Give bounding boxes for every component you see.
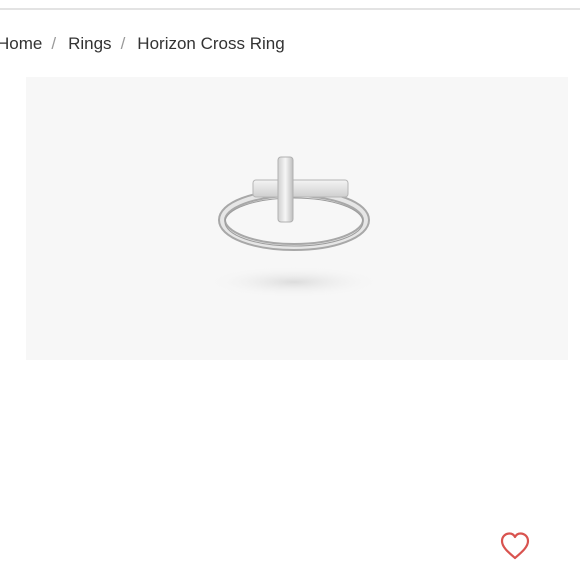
- breadcrumb-separator: /: [51, 34, 57, 53]
- ring-illustration: [206, 156, 382, 298]
- wishlist-button[interactable]: [497, 530, 533, 564]
- product-page: Home / Rings / Horizon Cross Ring: [0, 0, 580, 580]
- product-image: [26, 77, 568, 360]
- header-divider: [0, 8, 580, 10]
- breadcrumb-current-page: Horizon Cross Ring: [137, 34, 285, 53]
- breadcrumb-rings-link[interactable]: Rings: [68, 34, 111, 54]
- breadcrumb-separator: /: [120, 34, 126, 53]
- heart-outline-icon: [500, 531, 530, 559]
- breadcrumb: Home / Rings / Horizon Cross Ring: [0, 32, 285, 56]
- breadcrumb-home-link[interactable]: Home: [0, 34, 42, 54]
